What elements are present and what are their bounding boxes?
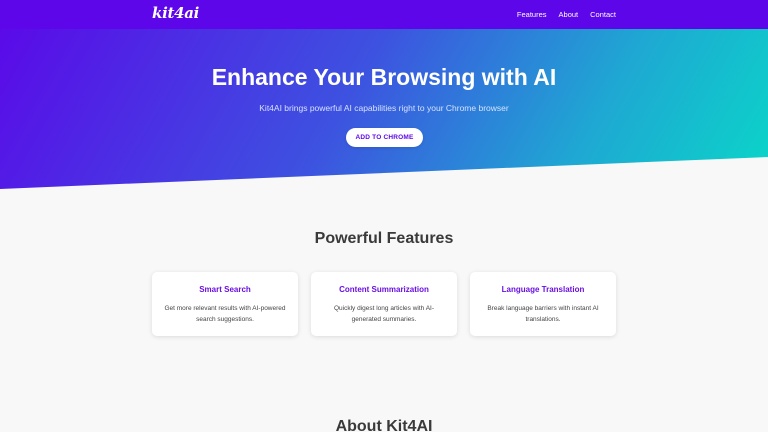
feature-card-title: Language Translation: [501, 285, 585, 294]
about-title: About Kit4AI: [335, 418, 433, 432]
feature-card-title: Smart Search: [199, 285, 251, 294]
feature-card-text: Break language barriers with instant AI …: [487, 305, 599, 323]
feature-card-content-summarization: Content Summarization Quickly digest lon…: [311, 272, 457, 336]
nav-link-contact[interactable]: Contact: [590, 10, 616, 19]
nav-link-features[interactable]: Features: [517, 10, 547, 19]
logo[interactable]: kit4ai: [152, 4, 199, 22]
feature-card-smart-search: Smart Search Get more relevant results w…: [152, 272, 298, 336]
feature-card-title: Content Summarization: [339, 285, 429, 294]
navbar: kit4ai Features About Contact: [0, 0, 768, 29]
feature-card-text: Get more relevant results with AI-powere…: [164, 305, 286, 323]
feature-card-language-translation: Language Translation Break language barr…: [470, 272, 616, 336]
hero-subtitle: Kit4AI brings powerful AI capabilities r…: [259, 103, 509, 113]
add-to-chrome-button[interactable]: ADD TO CHROME: [346, 128, 423, 147]
feature-cards: Smart Search Get more relevant results w…: [152, 272, 616, 336]
nav-links: Features About Contact: [517, 10, 616, 19]
hero-title: Enhance Your Browsing with AI: [211, 64, 557, 90]
feature-card-text: Quickly digest long articles with AI-gen…: [333, 305, 435, 323]
features-title: Powerful Features: [314, 230, 454, 247]
nav-link-about[interactable]: About: [559, 10, 579, 19]
